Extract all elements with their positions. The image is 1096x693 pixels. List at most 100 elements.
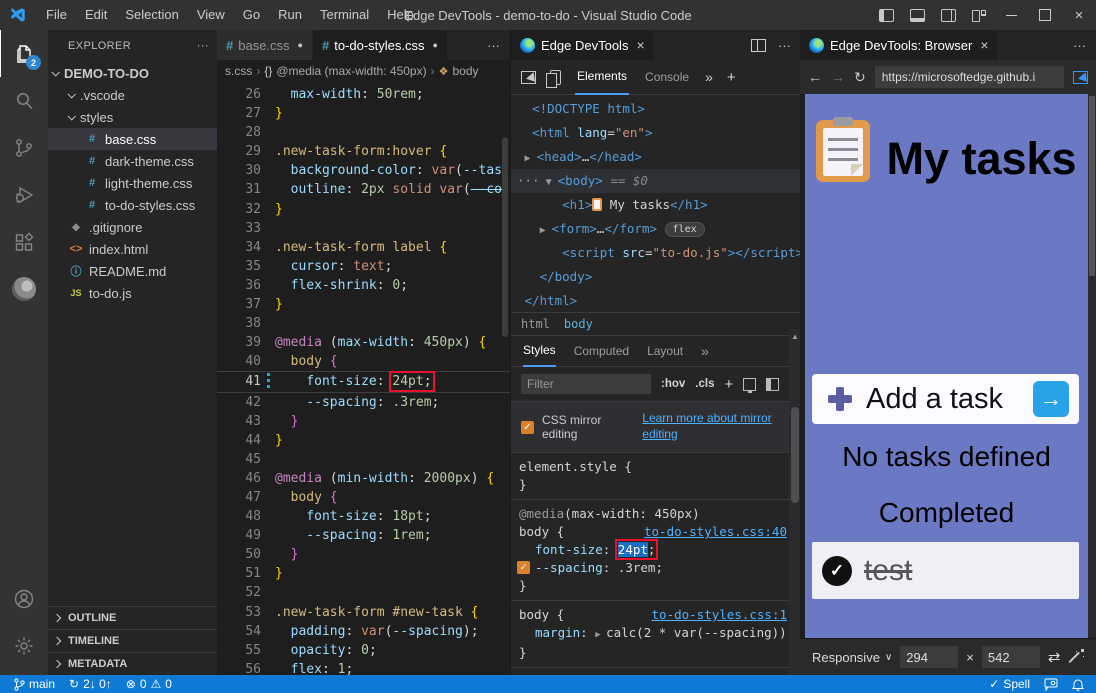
- section-outline[interactable]: OUTLINE: [48, 606, 217, 629]
- style-rule[interactable]: @media (max-width: 450px)body {to-do-sty…: [511, 500, 801, 601]
- breadcrumb-file[interactable]: s.css: [225, 64, 252, 78]
- menu-run[interactable]: Run: [269, 0, 311, 30]
- forward-icon[interactable]: →: [831, 69, 845, 85]
- toggle-secondary-sidebar-icon[interactable]: [941, 9, 956, 22]
- more-actions-icon[interactable]: ···: [1073, 38, 1086, 53]
- tab-edge-devtools[interactable]: Edge DevTools ×: [511, 30, 655, 60]
- extensions-activity-button[interactable]: [0, 218, 48, 265]
- branch-status[interactable]: main: [14, 677, 55, 691]
- code-line-43[interactable]: 43 }: [217, 412, 510, 431]
- code-line-50[interactable]: 50 }: [217, 545, 510, 564]
- dom-row[interactable]: ▶ <head>…</head>: [511, 145, 801, 169]
- code-line-38[interactable]: 38: [217, 314, 510, 333]
- tab-to-do-styles-css[interactable]: # to-do-styles.css ●: [313, 30, 448, 60]
- tab-edge-browser[interactable]: Edge DevTools: Browser ×: [800, 30, 999, 60]
- code-line-27[interactable]: 27}: [217, 104, 510, 123]
- mirror-checkbox[interactable]: ✓: [521, 421, 534, 434]
- dom-row[interactable]: <html lang="en">: [511, 121, 801, 145]
- style-rule[interactable]: element.style {}: [511, 453, 801, 500]
- tab-console[interactable]: Console: [643, 60, 691, 94]
- code-line-30[interactable]: 30 background-color: var(--tas: [217, 161, 510, 180]
- device-height-input[interactable]: [982, 646, 1040, 668]
- tree-item-README.md[interactable]: ⓘREADME.md: [48, 260, 217, 282]
- code-editor[interactable]: 26 max-width: 50rem;27}2829.new-task-for…: [217, 82, 510, 675]
- code-line-31[interactable]: 31 outline: 2px solid var(--co: [217, 180, 510, 199]
- code-line-55[interactable]: 55 opacity: 0;: [217, 641, 510, 660]
- explorer-more-icon[interactable]: ···: [197, 40, 209, 52]
- pseudo-state-button[interactable]: :hov: [661, 378, 685, 390]
- tree-item-light-theme.css[interactable]: #light-theme.css: [48, 172, 217, 194]
- section-timeline[interactable]: TIMELINE: [48, 629, 217, 652]
- code-line-26[interactable]: 26 max-width: 50rem;: [217, 85, 510, 104]
- code-line-49[interactable]: 49 --spacing: 1rem;: [217, 526, 510, 545]
- new-style-rule-icon[interactable]: +: [724, 376, 733, 393]
- class-toggle-button[interactable]: .cls: [695, 378, 714, 390]
- rotate-viewport-icon[interactable]: ⇄: [1048, 648, 1061, 666]
- crumb-body[interactable]: body: [564, 317, 593, 331]
- url-input[interactable]: [875, 66, 1064, 88]
- code-line-41[interactable]: 41 font-size: 24pt;: [217, 371, 510, 392]
- settings-button[interactable]: [0, 622, 48, 669]
- menu-edit[interactable]: Edit: [76, 0, 116, 30]
- tab-styles[interactable]: Styles: [523, 335, 556, 367]
- feedback-icon[interactable]: [1044, 678, 1058, 691]
- run-debug-activity-button[interactable]: [0, 171, 48, 218]
- tree-item-base.css[interactable]: #base.css: [48, 128, 217, 150]
- tree-item-index.html[interactable]: <>index.html: [48, 238, 217, 260]
- section-metadata[interactable]: METADATA: [48, 652, 217, 675]
- dirty-indicator-icon[interactable]: ●: [298, 40, 303, 50]
- close-tab-icon[interactable]: ×: [636, 37, 644, 53]
- code-line-44[interactable]: 44}: [217, 431, 510, 450]
- flex-badge[interactable]: flex: [665, 222, 705, 237]
- style-declaration[interactable]: ✓--spacing: .3rem;: [519, 559, 787, 577]
- accounts-button[interactable]: [0, 575, 48, 622]
- style-declaration[interactable]: margin: ▶ calc(2 * var(--spacing));: [519, 624, 787, 644]
- tab-base-css[interactable]: # base.css ●: [217, 30, 313, 60]
- code-line-29[interactable]: 29.new-task-form:hover {: [217, 142, 510, 161]
- code-line-52[interactable]: 52: [217, 583, 510, 602]
- editor-scrollbar[interactable]: [500, 82, 510, 675]
- check-circle-icon[interactable]: ✓: [822, 556, 852, 586]
- code-line-28[interactable]: 28: [217, 123, 510, 142]
- maximize-button[interactable]: [1028, 0, 1062, 30]
- explorer-activity-button[interactable]: 2: [0, 30, 49, 77]
- dom-row[interactable]: <script src="to-do.js"></script>: [511, 241, 801, 265]
- completed-task-item[interactable]: ✓ test: [812, 542, 1079, 599]
- edge-tools-activity-button[interactable]: [0, 265, 48, 312]
- sync-status[interactable]: ↻ 2↓ 0↑: [69, 677, 112, 691]
- submit-task-button[interactable]: →: [1033, 381, 1069, 417]
- code-line-42[interactable]: 42 --spacing: .3rem;: [217, 393, 510, 412]
- split-editor-icon[interactable]: [751, 39, 766, 52]
- tree-item-.gitignore[interactable]: ◆.gitignore: [48, 216, 217, 238]
- inspect-element-icon[interactable]: [521, 71, 536, 84]
- monitor-icon[interactable]: [743, 378, 756, 391]
- menu-view[interactable]: View: [188, 0, 234, 30]
- dirty-indicator-icon[interactable]: ●: [433, 40, 438, 50]
- device-mode-select[interactable]: Responsive ∨: [812, 650, 892, 665]
- code-line-45[interactable]: 45: [217, 450, 510, 469]
- inspect-page-icon[interactable]: [1073, 71, 1088, 84]
- menu-help[interactable]: Help: [378, 0, 423, 30]
- style-declaration[interactable]: font-size: 24pt;: [519, 541, 787, 559]
- tab-elements[interactable]: Elements: [575, 59, 629, 95]
- toggle-panel-icon[interactable]: [910, 9, 925, 22]
- filter-input[interactable]: [521, 374, 651, 394]
- code-line-33[interactable]: 33: [217, 219, 510, 238]
- code-line-56[interactable]: 56 flex: 1;: [217, 660, 510, 675]
- dom-row[interactable]: </body>: [511, 265, 801, 289]
- customize-layout-icon[interactable]: [972, 9, 986, 21]
- problems-status[interactable]: ⊗ 0 ⚠ 0: [126, 677, 172, 691]
- search-activity-button[interactable]: [0, 77, 48, 124]
- device-emulation-icon[interactable]: [550, 70, 561, 85]
- dom-row[interactable]: ··· ▼ <body> == $0: [511, 169, 801, 193]
- page-scrollbar[interactable]: [1088, 94, 1096, 639]
- more-actions-icon[interactable]: ···: [487, 38, 500, 53]
- more-panes-icon[interactable]: »: [701, 343, 709, 359]
- menu-go[interactable]: Go: [234, 0, 269, 30]
- device-width-input[interactable]: [900, 646, 958, 668]
- code-line-40[interactable]: 40 body {: [217, 352, 510, 371]
- close-tab-icon[interactable]: ×: [980, 37, 988, 53]
- dom-row[interactable]: <h1> My tasks</h1>: [511, 193, 801, 217]
- code-line-53[interactable]: 53.new-task-form #new-task {: [217, 603, 510, 622]
- code-line-36[interactable]: 36 flex-shrink: 0;: [217, 276, 510, 295]
